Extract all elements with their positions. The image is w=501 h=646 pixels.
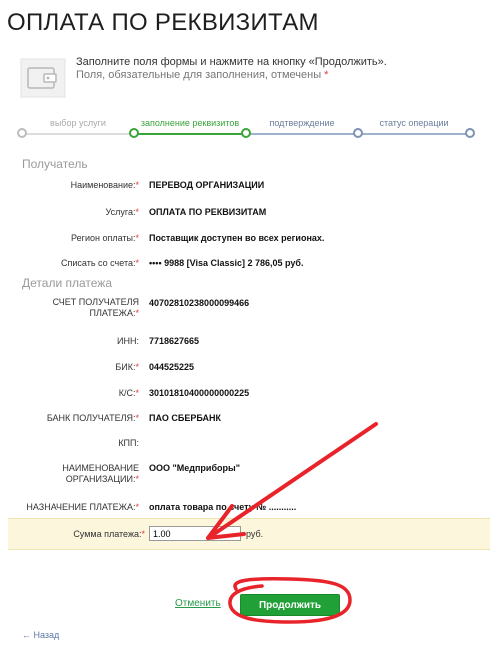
back-link[interactable]: ← Назад	[22, 630, 59, 640]
inn-value: 7718627665	[149, 336, 200, 346]
step-dot-1	[129, 128, 139, 138]
step-dot-4	[465, 128, 475, 138]
amount-input[interactable]	[149, 526, 241, 541]
recipient-heading: Получатель	[22, 157, 88, 171]
recipient-account-label: СЧЕТ ПОЛУЧАТЕЛЯ ПЛАТЕЖА:*	[52, 297, 139, 318]
purpose-value[interactable]: оплата товара по счету № ...........	[149, 502, 296, 512]
region-value: Поставщик доступен во всех регионах.	[149, 233, 325, 243]
amount-row: Сумма платежа:* руб.	[8, 518, 490, 550]
continue-button[interactable]: Продолжить	[240, 594, 340, 616]
back-arrow-icon: ←	[22, 630, 31, 640]
page-title: ОПЛАТА ПО РЕКВИЗИТАМ	[7, 9, 319, 36]
bik-label: БИК:*	[115, 362, 139, 372]
organization-value: ООО "Медприборы"	[149, 463, 240, 473]
recipient-account-value: 40702810238000099466	[149, 298, 250, 308]
wallet-icon	[20, 58, 66, 98]
debit-account-label: Списать со счета:*	[61, 258, 139, 268]
step-dot-2	[241, 128, 251, 138]
purpose-label: НАЗНАЧЕНИЕ ПЛАТЕЖА:*	[26, 502, 139, 512]
amount-label: Сумма платежа:*	[73, 529, 145, 539]
name-label: Наименование:*	[70, 180, 139, 190]
payment-details-heading: Детали платежа	[22, 276, 112, 290]
cancel-link[interactable]: Отменить	[175, 598, 221, 609]
service-value: ОПЛАТА ПО РЕКВИЗИТАМ	[149, 207, 267, 217]
progress-steps: выбор услуги заполнение реквизитов подтв…	[17, 118, 480, 140]
service-label: Услуга:*	[105, 207, 139, 217]
kpp-label: КПП:	[118, 438, 139, 448]
required-hint-text: Поля, обязательные для заполнения, отмеч…	[76, 69, 329, 81]
bik-value: 044525225	[149, 362, 195, 372]
name-value: ПЕРЕВОД ОРГАНИЗАЦИИ	[149, 180, 265, 190]
bank-label: БАНК ПОЛУЧАТЕЛЯ:*	[46, 413, 139, 423]
step-label-status: статус операции	[379, 118, 449, 128]
debit-account-value[interactable]: •••• 9988 [Visa Classic] 2 786,05 руб.	[149, 258, 303, 268]
bank-value: ПАО СБЕРБАНК	[149, 413, 221, 423]
ks-value: 30101810400000000225	[149, 388, 250, 398]
form-hint-text: Заполните поля формы и нажмите на кнопку…	[76, 56, 387, 68]
region-label: Регион оплаты:*	[71, 233, 139, 243]
step-label-choose-service: выбор услуги	[50, 118, 106, 128]
step-label-confirm: подтверждение	[269, 118, 335, 128]
organization-label: НАИМЕНОВАНИЕ ОРГАНИЗАЦИИ:*	[62, 463, 139, 484]
step-dot-3	[353, 128, 363, 138]
amount-currency: руб.	[246, 529, 264, 539]
ks-label: К/С:*	[118, 388, 139, 398]
step-dot-start	[17, 128, 27, 138]
inn-label: ИНН:	[117, 336, 139, 346]
step-label-fill-details: заполнение реквизитов	[140, 118, 240, 128]
